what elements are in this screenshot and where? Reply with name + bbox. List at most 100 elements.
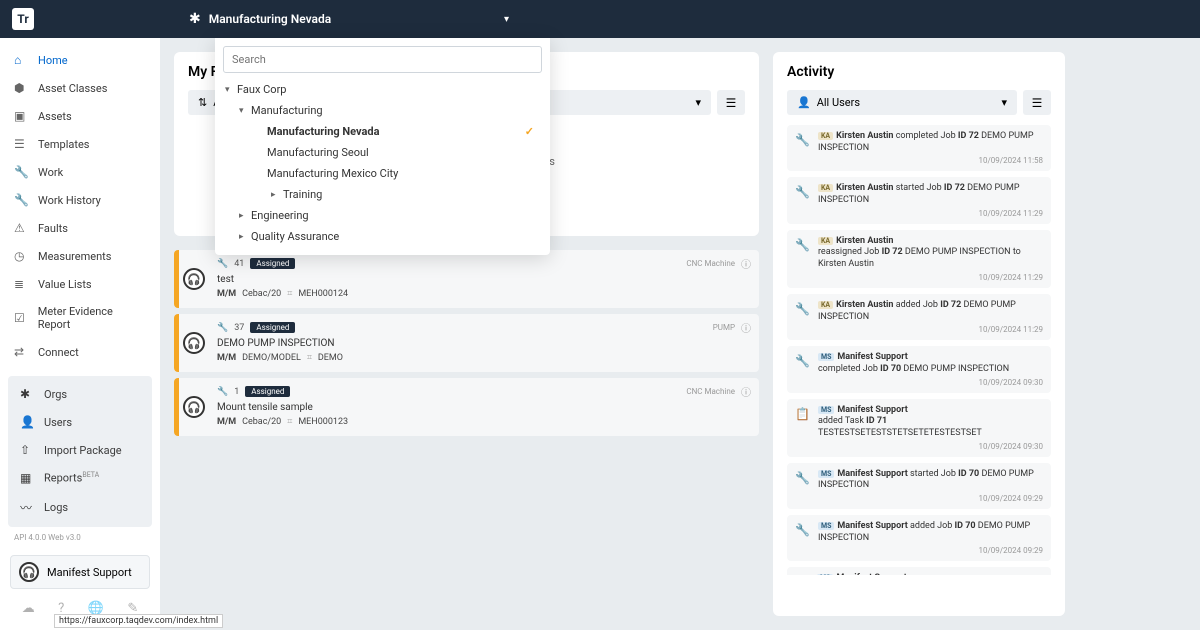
admin-item-users[interactable]: 👤Users xyxy=(8,408,152,436)
org-search-input[interactable] xyxy=(223,46,542,73)
job-card[interactable]: 🎧 🔧37AssignedPUMPⓘ DEMO PUMP INSPECTION … xyxy=(174,314,759,372)
activity-icon: 🔧 xyxy=(795,131,810,165)
activity-time: 10/09/2024 11:29 xyxy=(818,273,1043,282)
cloud-icon[interactable]: ☁ xyxy=(22,601,35,616)
snowflake-icon: ✱ xyxy=(189,11,201,27)
headset-icon: 🎧 xyxy=(183,396,205,418)
admin-item-orgs[interactable]: ✱Orgs xyxy=(8,380,152,408)
job-number: 1 xyxy=(234,387,239,397)
activity-icon: 📋 xyxy=(795,405,810,451)
nav-item-assets[interactable]: ▣Assets xyxy=(0,102,160,130)
nav-label: Work History xyxy=(38,194,101,207)
activity-text: MSManifest Support added Job ID 70 DEMO … xyxy=(818,521,1043,544)
activity-item[interactable]: 📋 MSManifest Supportadded Task ID 71 TES… xyxy=(787,399,1051,457)
wrench-icon: 🔧 xyxy=(217,259,228,269)
org-tree-item[interactable]: ▾Manufacturing xyxy=(223,100,542,121)
nav-label: Work xyxy=(38,166,63,179)
qr-icon: ⌗ xyxy=(287,289,292,299)
activity-panel: Activity 👤All Users ▾ ☰ 🔧 KAKirsten Aust… xyxy=(773,52,1065,616)
admin-icon: 〰 xyxy=(20,499,34,516)
admin-item-import-package[interactable]: ⇧Import Package xyxy=(8,436,152,464)
admin-item-reports[interactable]: ▦ReportsBETA xyxy=(8,464,152,492)
tree-expand-icon[interactable]: ▸ xyxy=(271,190,283,200)
activity-time: 10/09/2024 09:29 xyxy=(818,494,1043,503)
job-code: MEH000123 xyxy=(298,417,348,427)
activity-item[interactable]: 🔧 MSManifest Supportcompleted Job ID 70 … xyxy=(787,346,1051,392)
tree-expand-icon[interactable]: ▸ xyxy=(239,232,251,242)
tree-expand-icon[interactable]: ▾ xyxy=(239,106,251,116)
current-user-badge[interactable]: 🎧 Manifest Support xyxy=(10,555,150,589)
job-mm: M/M xyxy=(217,417,236,427)
job-avatar: 🎧 xyxy=(179,378,209,436)
user-initials-badge: MS xyxy=(818,353,834,361)
activity-icon: 🔧 xyxy=(795,300,810,334)
activity-item[interactable]: 🔧 KAKirsten Austinreassigned Job ID 72 D… xyxy=(787,230,1051,288)
chevron-down-icon: ▾ xyxy=(695,96,701,109)
activity-filter-button[interactable]: ☰ xyxy=(1023,90,1051,115)
org-tree-item[interactable]: Manufacturing Mexico City xyxy=(223,163,542,184)
activity-time: 10/09/2024 09:30 xyxy=(818,442,1043,451)
activity-item[interactable]: 🔧 MSManifest Support added Job ID 70 DEM… xyxy=(787,515,1051,561)
nav-label: Measurements xyxy=(38,250,111,263)
current-user-label: Manifest Support xyxy=(47,566,132,579)
job-mm: M/M xyxy=(217,289,236,299)
job-type: CNC Machine xyxy=(686,259,735,268)
org-tree-item[interactable]: Manufacturing Seoul xyxy=(223,142,542,163)
activity-time: 10/09/2024 11:29 xyxy=(818,325,1043,334)
org-tree-item[interactable]: ▾Faux Corp xyxy=(223,79,542,100)
activity-text: KAKirsten Austin added Job ID 72 DEMO PU… xyxy=(818,300,1043,323)
activity-text: MSManifest Support started Job ID 70 DEM… xyxy=(818,469,1043,492)
job-code: MEH000124 xyxy=(298,289,348,299)
admin-icon: ⇧ xyxy=(20,443,34,457)
nav-item-work[interactable]: 🔧Work xyxy=(0,158,160,186)
job-card[interactable]: 🎧 🔧1AssignedCNC Machineⓘ Mount tensile s… xyxy=(174,378,759,436)
tree-expand-icon[interactable]: ▸ xyxy=(239,211,251,221)
activity-item[interactable]: 🔧 KAKirsten Austin started Job ID 72 DEM… xyxy=(787,177,1051,223)
activity-time: 10/09/2024 09:29 xyxy=(818,546,1043,555)
tree-expand-icon[interactable]: ▾ xyxy=(225,85,237,95)
activity-time: 10/09/2024 09:30 xyxy=(818,378,1043,387)
org-tree-item[interactable]: ▸Engineering xyxy=(223,205,542,226)
org-tree-item[interactable]: ▸Training xyxy=(223,184,542,205)
user-initials-badge: MS xyxy=(818,470,834,478)
nav-icon: ⇄ xyxy=(14,345,28,359)
nav-item-work-history[interactable]: 🔧Work History xyxy=(0,186,160,214)
job-card[interactable]: 🎧 🔧41AssignedCNC Machineⓘ test M/MCebac/… xyxy=(174,250,759,308)
org-selector[interactable]: ✱ Manufacturing Nevada ▾ xyxy=(189,11,509,27)
activity-item[interactable]: 🔧 KAKirsten Austin completed Job ID 72 D… xyxy=(787,125,1051,171)
nav-item-asset-classes[interactable]: ⬢Asset Classes xyxy=(0,74,160,102)
favorites-filter-button[interactable]: ☰ xyxy=(717,90,745,115)
info-icon[interactable]: ⓘ xyxy=(741,384,751,399)
activity-item[interactable]: 🔧 MSManifest Support started Job ID 70 D… xyxy=(787,463,1051,509)
nav-item-templates[interactable]: ☰Templates xyxy=(0,130,160,158)
org-tree-label: Manufacturing xyxy=(251,104,323,117)
activity-item[interactable]: 🔧 KAKirsten Austin added Job ID 72 DEMO … xyxy=(787,294,1051,340)
org-tree-item[interactable]: Manufacturing Nevada✓ xyxy=(223,121,542,142)
job-name: DEMO PUMP INSPECTION xyxy=(217,338,751,349)
org-tree-label: Training xyxy=(283,188,322,201)
nav-item-faults[interactable]: ⚠Faults xyxy=(0,214,160,242)
admin-item-logs[interactable]: 〰Logs xyxy=(8,492,152,523)
sort-icon: ⇅ xyxy=(198,96,207,109)
info-icon[interactable]: ⓘ xyxy=(741,320,751,335)
user-initials-badge: KA xyxy=(818,237,833,245)
org-dropdown: ▾Faux Corp▾ManufacturingManufacturing Ne… xyxy=(215,38,550,255)
admin-icon: ▦ xyxy=(20,471,34,485)
user-initials-badge: KA xyxy=(818,184,833,192)
sidebar: ⌂Home⬢Asset Classes▣Assets☰Templates🔧Wor… xyxy=(0,38,160,630)
job-number: 41 xyxy=(234,259,244,269)
nav-item-value-lists[interactable]: ≣Value Lists xyxy=(0,270,160,298)
logo[interactable]: Tr xyxy=(12,8,34,30)
admin-icon: 👤 xyxy=(20,415,34,429)
activity-item[interactable]: ✎ MSManifest Supportupdated Template ver… xyxy=(787,567,1051,575)
activity-text: KAKirsten Austin started Job ID 72 DEMO … xyxy=(818,183,1043,206)
api-version: API 4.0.0 Web v3.0 xyxy=(0,527,160,548)
org-tree-item[interactable]: ▸Quality Assurance xyxy=(223,226,542,247)
nav-item-connect[interactable]: ⇄Connect xyxy=(0,338,160,366)
nav-item-measurements[interactable]: ◷Measurements xyxy=(0,242,160,270)
nav-item-home[interactable]: ⌂Home xyxy=(0,46,160,74)
info-icon[interactable]: ⓘ xyxy=(741,256,751,271)
activity-user-filter[interactable]: 👤All Users ▾ xyxy=(787,90,1017,115)
nav-item-meter-evidence-report[interactable]: ☑Meter Evidence Report xyxy=(0,298,160,338)
nav-icon: ≣ xyxy=(14,277,28,291)
